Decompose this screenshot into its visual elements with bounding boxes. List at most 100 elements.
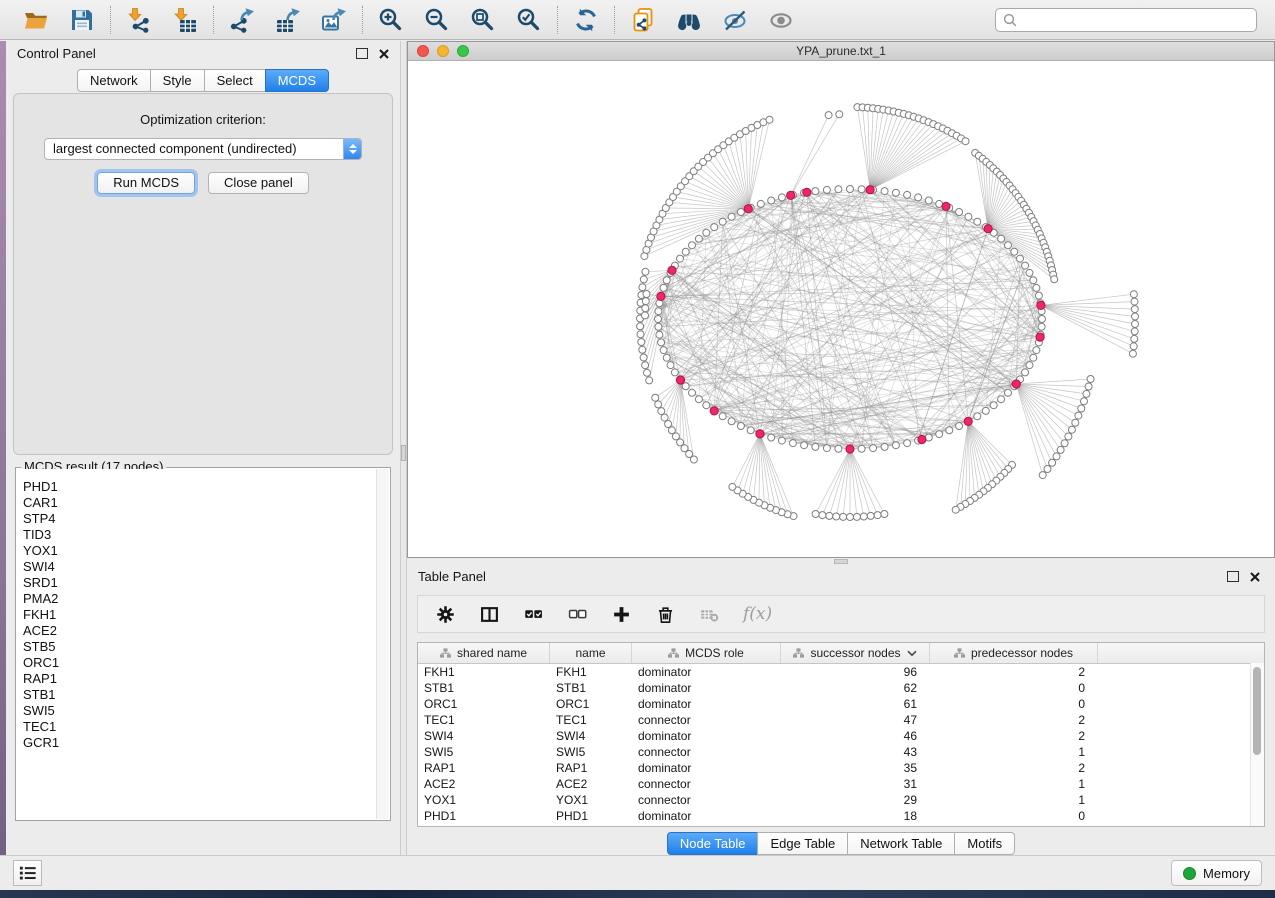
- list-item[interactable]: RAP1: [23, 671, 389, 687]
- table-row[interactable]: FKH1FKH1dominator962: [418, 664, 1264, 680]
- table-cell: ACE2: [550, 777, 632, 791]
- table-row[interactable]: ACE2ACE2connector311: [418, 776, 1264, 792]
- scrollbar-thumb[interactable]: [1253, 667, 1261, 755]
- table-scrollbar[interactable]: [1250, 663, 1264, 826]
- list-item[interactable]: PHD1: [23, 479, 389, 495]
- add-icon: [612, 605, 631, 624]
- find-icon: [676, 7, 702, 33]
- table-cell: PHD1: [550, 809, 632, 823]
- vertical-splitter[interactable]: [400, 41, 407, 855]
- layout-refresh-button[interactable]: [572, 6, 600, 34]
- close-panel-icon[interactable]: [379, 49, 389, 59]
- control-panel-title: Control Panel: [17, 46, 96, 61]
- splitter-handle[interactable]: [401, 445, 406, 461]
- horizontal-splitter[interactable]: [407, 558, 1275, 564]
- close-window-icon[interactable]: [417, 45, 429, 57]
- deselect-all-button[interactable]: [567, 604, 587, 624]
- list-item[interactable]: SWI4: [23, 559, 389, 575]
- table-row[interactable]: RAP1RAP1dominator352: [418, 760, 1264, 776]
- run-mcds-button[interactable]: Run MCDS: [97, 172, 195, 194]
- tab-node-table[interactable]: Node Table: [667, 832, 759, 855]
- network-from-selection-button[interactable]: [629, 6, 657, 34]
- list-item[interactable]: STB5: [23, 639, 389, 655]
- tab-mcds[interactable]: MCDS: [265, 69, 329, 92]
- table-cell: 31: [781, 777, 930, 791]
- zoom-out-button[interactable]: [423, 6, 451, 34]
- zoom-selected-button[interactable]: [515, 6, 543, 34]
- list-item[interactable]: PMA2: [23, 591, 389, 607]
- column-header-successor-nodes[interactable]: successor nodes: [781, 643, 930, 663]
- table-row[interactable]: STB1STB1dominator620: [418, 680, 1264, 696]
- table-cell: 35: [781, 761, 930, 775]
- list-item[interactable]: YOX1: [23, 543, 389, 559]
- maximize-window-icon[interactable]: [457, 45, 469, 57]
- result-list-scrollbar[interactable]: [376, 469, 389, 819]
- memory-button[interactable]: Memory: [1171, 860, 1262, 886]
- hide-selected-button[interactable]: [721, 6, 749, 34]
- export-image-button[interactable]: [320, 6, 348, 34]
- tab-edge-table[interactable]: Edge Table: [757, 832, 848, 855]
- find-button[interactable]: [675, 6, 703, 34]
- select-all-button[interactable]: [523, 604, 543, 624]
- network-canvas[interactable]: [408, 61, 1274, 557]
- table-row[interactable]: ORC1ORC1dominator610: [418, 696, 1264, 712]
- tree-icon: [954, 648, 965, 658]
- desktop-wallpaper-bottom: [0, 890, 1275, 898]
- list-item[interactable]: ACE2: [23, 623, 389, 639]
- list-item[interactable]: GCR1: [23, 735, 389, 751]
- column-header-MCDS-role[interactable]: MCDS role: [632, 643, 781, 663]
- table-row[interactable]: YOX1YOX1connector291: [418, 792, 1264, 808]
- list-item[interactable]: TID3: [23, 527, 389, 543]
- list-item[interactable]: TEC1: [23, 719, 389, 735]
- column-header-name[interactable]: name: [550, 643, 632, 663]
- list-item[interactable]: STB1: [23, 687, 389, 703]
- table-row[interactable]: PHD1PHD1dominator180: [418, 808, 1264, 824]
- open-file-button[interactable]: [22, 6, 50, 34]
- tab-motifs[interactable]: Motifs: [954, 832, 1015, 855]
- close-panel-icon[interactable]: [1250, 572, 1260, 582]
- save-session-button[interactable]: [68, 6, 96, 34]
- tab-select[interactable]: Select: [204, 69, 266, 92]
- layout-refresh-icon: [573, 7, 599, 33]
- zoom-fit-button[interactable]: [469, 6, 497, 34]
- task-history-button[interactable]: [13, 860, 42, 886]
- table-row[interactable]: TEC1TEC1connector472: [418, 712, 1264, 728]
- column-header-predecessor-nodes[interactable]: predecessor nodes: [930, 643, 1098, 663]
- float-panel-icon[interactable]: [1227, 571, 1239, 582]
- search-input[interactable]: [1022, 12, 1249, 28]
- close-panel-button[interactable]: Close panel: [208, 172, 309, 194]
- minimize-window-icon[interactable]: [437, 45, 449, 57]
- criterion-select[interactable]: largest connected component (undirected): [44, 138, 362, 160]
- list-item[interactable]: SRD1: [23, 575, 389, 591]
- table-cell: SWI4: [550, 729, 632, 743]
- split-panel-button[interactable]: [479, 604, 499, 624]
- import-network-button[interactable]: [125, 6, 153, 34]
- mcds-result-list: PHD1CAR1STP4TID3YOX1SWI4SRD1PMA2FKH1ACE2…: [17, 469, 389, 819]
- splitter-handle[interactable]: [834, 559, 848, 564]
- list-item[interactable]: ORC1: [23, 655, 389, 671]
- table-cell: dominator: [632, 681, 781, 695]
- column-settings-button[interactable]: [435, 604, 455, 624]
- tab-network-table[interactable]: Network Table: [847, 832, 955, 855]
- export-table-button[interactable]: [274, 6, 302, 34]
- table-row[interactable]: SWI4SWI4dominator462: [418, 728, 1264, 744]
- import-table-button[interactable]: [171, 6, 199, 34]
- list-item[interactable]: FKH1: [23, 607, 389, 623]
- table-cell: RAP1: [550, 761, 632, 775]
- add-button[interactable]: [611, 604, 631, 624]
- tab-network[interactable]: Network: [77, 69, 151, 92]
- network-graph: [408, 61, 1274, 557]
- float-panel-icon[interactable]: [356, 48, 368, 59]
- show-hidden-button[interactable]: [767, 6, 795, 34]
- list-item[interactable]: CAR1: [23, 495, 389, 511]
- list-item[interactable]: SWI5: [23, 703, 389, 719]
- list-item[interactable]: STP4: [23, 511, 389, 527]
- tab-style[interactable]: Style: [150, 69, 205, 92]
- export-network-button[interactable]: [228, 6, 256, 34]
- column-header-shared-name[interactable]: shared name: [418, 643, 550, 663]
- search-box[interactable]: [995, 8, 1257, 32]
- delete-button[interactable]: [655, 604, 675, 624]
- table-row[interactable]: SWI5SWI5connector431: [418, 744, 1264, 760]
- table-cell: PHD1: [418, 809, 550, 823]
- zoom-in-button[interactable]: [377, 6, 405, 34]
